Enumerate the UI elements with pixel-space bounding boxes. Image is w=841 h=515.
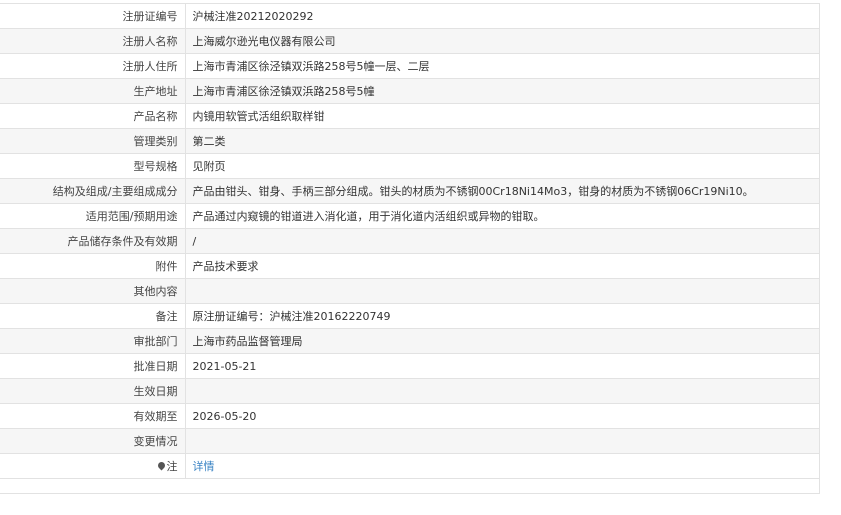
field-value: 上海市药品监督管理局 (184, 328, 820, 354)
table-row: 生效日期 (0, 378, 820, 404)
table-row: 注册人住所 上海市青浦区徐泾镇双浜路258号5幢一层、二层 (0, 53, 820, 79)
field-label: 注册人住所 (0, 53, 186, 79)
field-value (184, 428, 820, 454)
table-row-note: 注 详情 (0, 453, 820, 479)
field-value: 沪械注准20212020292 (184, 3, 820, 29)
table-row: 结构及组成/主要组成成分 产品由钳头、钳身、手柄三部分组成。钳头的材质为不锈钢00… (0, 178, 820, 204)
field-label: 生效日期 (0, 378, 186, 404)
field-label: 有效期至 (0, 403, 186, 429)
table-row: 其他内容 (0, 278, 820, 304)
field-label: 变更情况 (0, 428, 186, 454)
field-value: 上海威尔逊光电仪器有限公司 (184, 28, 820, 54)
table-row: 审批部门 上海市药品监督管理局 (0, 328, 820, 354)
field-value: 原注册证编号：沪械注准20162220749 (184, 303, 820, 329)
registration-table: 注册证编号 沪械注准20212020292 注册人名称 上海威尔逊光电仪器有限公司 … (0, 3, 820, 479)
field-label: 产品名称 (0, 103, 186, 129)
field-value: 2021-05-21 (184, 353, 820, 379)
field-label: 审批部门 (0, 328, 186, 354)
field-value: 第二类 (184, 128, 820, 154)
table-row: 有效期至 2026-05-20 (0, 403, 820, 429)
field-value: 见附页 (184, 153, 820, 179)
registration-detail-panel: 注册证编号 沪械注准20212020292 注册人名称 上海威尔逊光电仪器有限公司 … (0, 3, 820, 494)
field-label: 注册证编号 (0, 3, 186, 29)
table-row: 产品名称 内镜用软管式活组织取样钳 (0, 103, 820, 129)
field-label: 其他内容 (0, 278, 186, 304)
table-row: 管理类别 第二类 (0, 128, 820, 154)
details-link[interactable]: 详情 (193, 460, 215, 473)
field-label: 备注 (0, 303, 186, 329)
field-label: 型号规格 (0, 153, 186, 179)
field-value: 产品通过内窥镜的钳道进入消化道，用于消化道内活组织或异物的钳取。 (184, 203, 820, 229)
field-label: 注册人名称 (0, 28, 186, 54)
table-row: 型号规格 见附页 (0, 153, 820, 179)
field-value: / (184, 228, 820, 254)
field-label: 产品储存条件及有效期 (0, 228, 186, 254)
note-value-cell: 详情 (184, 453, 820, 479)
note-label-cell: 注 (0, 453, 186, 479)
field-value: 产品技术要求 (184, 253, 820, 279)
table-row: 备注 原注册证编号：沪械注准20162220749 (0, 303, 820, 329)
table-row: 注册证编号 沪械注准20212020292 (0, 3, 820, 29)
field-value: 内镜用软管式活组织取样钳 (184, 103, 820, 129)
field-label: 附件 (0, 253, 186, 279)
table-row: 变更情况 (0, 428, 820, 454)
table-row: 产品储存条件及有效期 / (0, 228, 820, 254)
field-value (184, 278, 820, 304)
field-value: 上海市青浦区徐泾镇双浜路258号5幢 (184, 78, 820, 104)
field-value: 产品由钳头、钳身、手柄三部分组成。钳头的材质为不锈钢00Cr18Ni14Mo3，… (184, 178, 820, 204)
table-row: 批准日期 2021-05-21 (0, 353, 820, 379)
field-label: 批准日期 (0, 353, 186, 379)
field-value (184, 378, 820, 404)
field-label: 管理类别 (0, 128, 186, 154)
field-value: 上海市青浦区徐泾镇双浜路258号5幢一层、二层 (184, 53, 820, 79)
map-pin-icon (156, 460, 166, 471)
field-label: 适用范围/预期用途 (0, 203, 186, 229)
field-label: 结构及组成/主要组成成分 (0, 178, 186, 204)
table-row: 生产地址 上海市青浦区徐泾镇双浜路258号5幢 (0, 78, 820, 104)
table-row: 适用范围/预期用途 产品通过内窥镜的钳道进入消化道，用于消化道内活组织或异物的钳取… (0, 203, 820, 229)
table-row: 附件 产品技术要求 (0, 253, 820, 279)
note-label: 注 (166, 460, 178, 473)
field-label: 生产地址 (0, 78, 186, 104)
field-value: 2026-05-20 (184, 403, 820, 429)
table-row: 注册人名称 上海威尔逊光电仪器有限公司 (0, 28, 820, 54)
